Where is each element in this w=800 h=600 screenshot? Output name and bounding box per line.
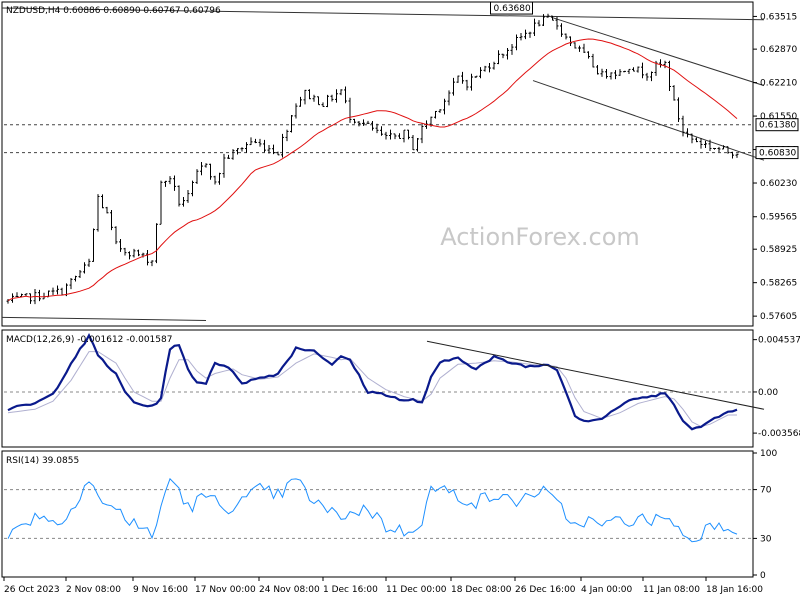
price-y-tick-label: 0.60230 (760, 179, 797, 189)
rsi-header: RSI(14) 39.0855 (6, 456, 79, 466)
macd-y-tick-label: 0.004537 (758, 336, 800, 346)
watermark: ActionForex.com (440, 223, 640, 251)
peak-label: 0.63680 (494, 4, 531, 14)
x-tick-label: 18 Dec 08:00 (451, 585, 512, 595)
macd-panel-frame (1, 329, 754, 448)
x-tick-label: 24 Nov 08:00 (259, 585, 320, 595)
price-y-tick-label: 0.62210 (760, 79, 797, 89)
rsi-y-tick-label: 70 (760, 486, 772, 496)
x-tick-label: 11 Jan 08:00 (643, 585, 700, 595)
price-y-axis: 0.635150.628700.622100.615500.608900.602… (753, 12, 799, 322)
x-tick-label: 11 Dec 00:00 (386, 585, 447, 595)
rsi-y-tick-label: 100 (760, 449, 777, 459)
price-level-label: 0.61380 (759, 121, 796, 131)
rsi-y-axis: 100 70 30 0 (753, 449, 777, 581)
x-tick-label: 4 Jan 00:00 (581, 585, 633, 595)
price-y-tick-label: 0.62870 (760, 45, 797, 55)
price-y-tick-label: 0.58265 (760, 279, 797, 289)
x-tick-label: 26 Oct 2023 (4, 585, 60, 595)
price-level-label: 0.60830 (759, 149, 796, 159)
price-y-tick-label: 0.59565 (760, 213, 797, 223)
price-panel: ActionForex.com 0.63680 NZDUSD,H4 0.6088… (1, 1, 799, 327)
x-tick-label: 2 Nov 08:00 (66, 585, 121, 595)
price-y-tick-label: 0.58925 (760, 245, 797, 255)
x-tick-label: 1 Dec 16:00 (323, 585, 378, 595)
price-y-tick-label: 0.57605 (760, 312, 797, 322)
price-panel-frame (1, 1, 754, 327)
price-y-tick-label: 0.63515 (760, 12, 797, 22)
macd-y-tick-label: -0.003568 (758, 429, 800, 439)
macd-y-tick-label: 0.00 (758, 388, 778, 398)
x-tick-label: 26 Dec 16:00 (515, 585, 576, 595)
rsi-y-tick-label: 30 (760, 534, 772, 544)
rsi-y-tick-label: 0 (760, 571, 766, 581)
macd-y-axis: 0.004537 0.00 -0.003568 (753, 336, 800, 439)
x-tick-label: 17 Nov 00:00 (195, 585, 256, 595)
price-header: NZDUSD,H4 0.60886 0.60890 0.60767 0.6079… (6, 6, 221, 16)
rsi-panel: RSI(14) 39.0855 100 70 30 0 (1, 449, 777, 581)
x-axis: 26 Oct 2023 2 Nov 08:00 9 Nov 16:00 17 Nov … (3, 577, 763, 595)
x-tick-label: 9 Nov 16:00 (133, 585, 188, 595)
macd-panel: MACD(12,26,9) -0.001612 -0.001587 0.0045… (1, 329, 800, 448)
chart-canvas: ActionForex.com 0.63680 NZDUSD,H4 0.6088… (1, 1, 800, 595)
macd-header: MACD(12,26,9) -0.001612 -0.001587 (6, 335, 172, 345)
x-tick-label: 18 Jan 16:00 (706, 585, 763, 595)
